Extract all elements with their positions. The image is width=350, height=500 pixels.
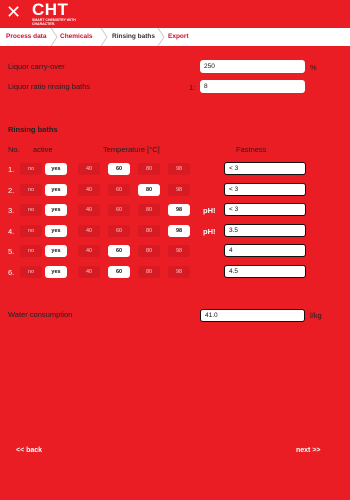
temperature-option[interactable]: 98 — [168, 183, 190, 196]
fastness-input[interactable]: 4.5 — [224, 264, 306, 278]
ph-warning: pH! — [203, 206, 216, 215]
water-label: Water consumption — [8, 310, 73, 319]
water-unit: l/kg — [310, 311, 322, 320]
active-no-toggle[interactable]: no — [20, 245, 42, 257]
temperature-option[interactable]: 60 — [108, 204, 130, 216]
temperature-option[interactable]: 60 — [108, 224, 130, 237]
close-icon[interactable]: ✕ — [6, 4, 24, 22]
temperature-option[interactable]: 98 — [168, 163, 190, 175]
col-temperature-header: Temperature [°C] — [103, 145, 160, 154]
active-no-toggle[interactable]: no — [20, 163, 42, 175]
temperature-option[interactable]: 60 — [108, 265, 130, 278]
carry-over-unit: % — [310, 63, 317, 72]
rinsing-section-title: Rinsing baths — [8, 125, 58, 134]
active-yes-toggle[interactable]: yes — [45, 265, 67, 278]
temperature-option[interactable]: 80 — [138, 245, 160, 257]
fastness-input[interactable]: < 3 — [224, 162, 306, 175]
ratio-prefix: 1: — [189, 83, 196, 92]
col-active-header: active — [33, 145, 53, 154]
row-number: 1. — [8, 165, 15, 174]
active-yes-toggle[interactable]: yes — [45, 204, 67, 216]
chevron-right-icon — [157, 27, 165, 47]
active-yes-toggle[interactable]: yes — [45, 163, 67, 175]
row-number: 6. — [8, 267, 15, 277]
temperature-option[interactable]: 40 — [78, 204, 100, 216]
col-fastness-header: Fastness — [236, 145, 267, 154]
active-yes-toggle[interactable]: yes — [45, 183, 67, 196]
tab-rinsing-baths[interactable]: Rinsing baths — [112, 28, 155, 46]
temperature-option[interactable]: 98 — [168, 224, 190, 237]
active-no-toggle[interactable]: no — [20, 183, 42, 196]
tab-bar: Process data Chemicals Rinsing baths Exp… — [0, 27, 350, 47]
col-no-header: No. — [8, 145, 20, 154]
tab-process-data[interactable]: Process data — [6, 28, 46, 46]
row-number: 2. — [8, 185, 15, 195]
carry-over-input[interactable]: 250 — [200, 60, 305, 73]
temperature-option[interactable]: 80 — [138, 163, 160, 175]
tab-chemicals[interactable]: Chemicals — [60, 28, 93, 46]
next-button[interactable]: next >> — [296, 447, 321, 454]
active-yes-toggle[interactable]: yes — [45, 245, 67, 257]
temperature-option[interactable]: 98 — [168, 245, 190, 257]
active-no-toggle[interactable]: no — [20, 224, 42, 237]
temperature-option[interactable]: 40 — [78, 224, 100, 237]
ph-warning: pH! — [203, 226, 216, 236]
tab-export[interactable]: Export — [168, 28, 189, 46]
temperature-option[interactable]: 98 — [168, 265, 190, 278]
temperature-option[interactable]: 60 — [108, 183, 130, 196]
active-no-toggle[interactable]: no — [20, 204, 42, 216]
fastness-input[interactable]: 3.5 — [224, 223, 306, 237]
temperature-option[interactable]: 40 — [78, 245, 100, 257]
logo-text: CHT — [32, 0, 69, 19]
carry-over-label: Liquor carry-over — [8, 62, 65, 71]
temperature-option[interactable]: 40 — [78, 265, 100, 278]
ratio-label: Liquor ratio rinsing baths — [8, 82, 91, 91]
temperature-option[interactable]: 60 — [108, 163, 130, 175]
fastness-input[interactable]: < 3 — [224, 203, 306, 216]
cht-logo: CHT SMART CHEMISTRY WITH CHARACTER. — [32, 0, 92, 26]
temperature-option[interactable]: 40 — [78, 163, 100, 175]
row-number: 3. — [8, 206, 15, 215]
temperature-option[interactable]: 98 — [168, 204, 190, 216]
fastness-input[interactable]: < 3 — [224, 182, 306, 196]
temperature-option[interactable]: 80 — [138, 183, 160, 196]
row-number: 4. — [8, 226, 15, 236]
temperature-option[interactable]: 80 — [138, 265, 160, 278]
chevron-right-icon — [100, 27, 108, 47]
logo-subtext: SMART CHEMISTRY WITH CHARACTER. — [32, 18, 76, 26]
app-header: ✕ CHT SMART CHEMISTRY WITH CHARACTER. — [0, 0, 350, 28]
temperature-option[interactable]: 80 — [138, 224, 160, 237]
fastness-input[interactable]: 4 — [224, 244, 306, 257]
chevron-right-icon — [50, 27, 58, 47]
water-consumption-input[interactable]: 41.0 — [200, 309, 305, 322]
back-button[interactable]: << back — [16, 447, 42, 454]
active-yes-toggle[interactable]: yes — [45, 224, 67, 237]
temperature-option[interactable]: 80 — [138, 204, 160, 216]
ratio-input[interactable]: 8 — [200, 80, 305, 93]
temperature-option[interactable]: 60 — [108, 245, 130, 257]
active-no-toggle[interactable]: no — [20, 265, 42, 278]
temperature-option[interactable]: 40 — [78, 183, 100, 196]
row-number: 5. — [8, 247, 15, 256]
